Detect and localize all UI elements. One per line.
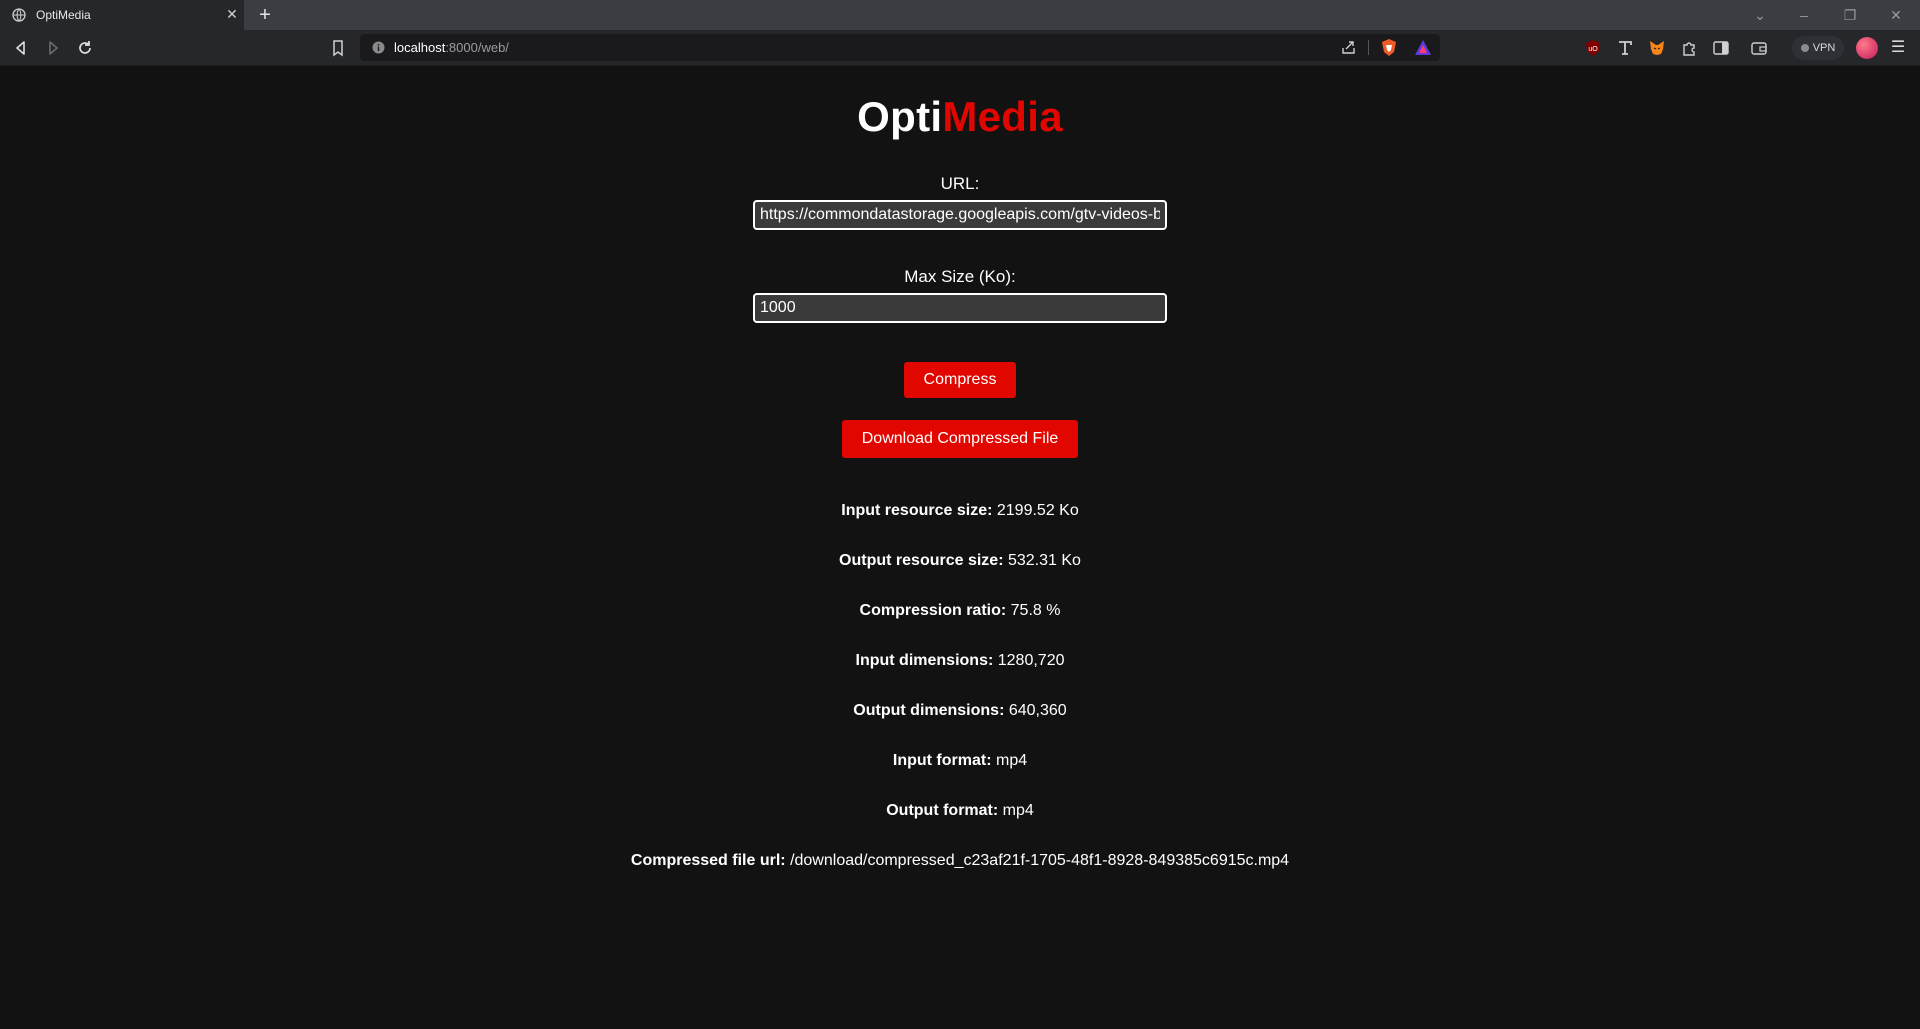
max-size-label: Max Size (Ko): xyxy=(904,267,1016,286)
browser-tab[interactable]: OptiMedia ✕ xyxy=(0,0,244,30)
vpn-status-icon xyxy=(1800,44,1809,52)
close-tab-icon[interactable]: ✕ xyxy=(224,6,240,22)
vpn-label: VPN xyxy=(1812,42,1836,54)
result-input-size: Input resource size: 2199.52 Ko xyxy=(841,502,1079,519)
result-output-size: Output resource size: 532.31 Ko xyxy=(839,552,1081,569)
sidebar-icon[interactable] xyxy=(1712,39,1730,57)
url-input[interactable] xyxy=(753,200,1167,230)
max-size-input[interactable] xyxy=(753,293,1167,323)
separator xyxy=(1368,40,1369,55)
extensions-puzzle-icon[interactable] xyxy=(1680,39,1698,57)
tab-strip: OptiMedia ✕ + ⌄ – ❐ ✕ xyxy=(0,0,1920,30)
result-output-dimensions: Output dimensions: 640,360 xyxy=(853,702,1067,719)
vpn-button[interactable]: VPN xyxy=(1792,36,1844,60)
reload-icon[interactable] xyxy=(75,38,95,58)
window-close-icon[interactable]: ✕ xyxy=(1886,5,1906,25)
metamask-fox-icon[interactable] xyxy=(1648,39,1666,57)
result-output-format: Output format: mp4 xyxy=(886,802,1034,819)
result-input-dimensions: Input dimensions: 1280,720 xyxy=(855,652,1065,669)
globe-icon xyxy=(12,8,26,22)
brave-shields-icon[interactable] xyxy=(1380,38,1398,57)
bookmark-icon[interactable] xyxy=(328,38,348,58)
restore-icon[interactable]: ❐ xyxy=(1840,5,1860,25)
new-tab-icon[interactable]: + xyxy=(254,4,276,26)
logo-text-media: Media xyxy=(942,93,1063,140)
page-content: OptiMedia URL: Max Size (Ko): Compress D… xyxy=(0,67,1920,1029)
result-input-format: Input format: mp4 xyxy=(892,752,1028,769)
brave-rewards-icon[interactable] xyxy=(1414,39,1432,56)
address-text[interactable]: localhost:8000/web/ xyxy=(394,40,509,55)
logo-text-opti: Opti xyxy=(857,93,943,140)
minimize-icon[interactable]: – xyxy=(1794,5,1814,25)
browser-toolbar: localhost:8000/web/ uO VPN ☰ xyxy=(0,30,1920,66)
svg-text:uO: uO xyxy=(1588,46,1598,53)
tab-search-icon[interactable]: ⌄ xyxy=(1750,5,1770,25)
download-compressed-file-button[interactable]: Download Compressed File xyxy=(842,420,1078,458)
forward-icon[interactable] xyxy=(43,38,63,58)
url-label: URL: xyxy=(940,174,980,193)
site-info-icon[interactable] xyxy=(372,41,385,54)
address-bar[interactable]: localhost:8000/web/ xyxy=(360,34,1440,61)
wallet-icon[interactable] xyxy=(1750,39,1768,57)
ublock-icon[interactable]: uO xyxy=(1584,39,1602,57)
tab-title: OptiMedia xyxy=(36,8,91,22)
back-icon[interactable] xyxy=(11,38,31,58)
compress-button[interactable]: Compress xyxy=(904,362,1016,398)
profile-avatar[interactable] xyxy=(1856,37,1878,59)
share-icon[interactable] xyxy=(1340,39,1357,56)
menu-icon[interactable]: ☰ xyxy=(1888,38,1908,58)
result-compression-ratio: Compression ratio: 75.8 % xyxy=(859,602,1061,619)
text-extension-icon[interactable] xyxy=(1616,39,1634,57)
result-compressed-file-url: Compressed file url: /download/compresse… xyxy=(630,852,1290,869)
app-logo: OptiMedia xyxy=(0,93,1920,141)
